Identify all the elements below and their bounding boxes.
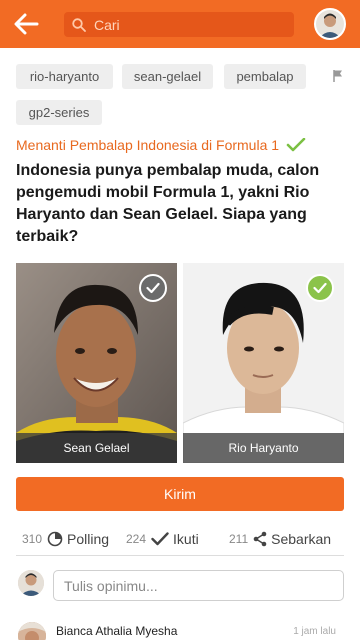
follow-stat[interactable]: 224 Ikuti — [126, 525, 199, 553]
poll-choice-sean-gelael[interactable]: Sean Gelael — [16, 263, 177, 463]
commenter-avatar-image — [18, 622, 46, 640]
poll-title[interactable]: Menanti Pembalap Indonesia di Formula 1 — [16, 137, 306, 153]
share-count: 211 — [229, 532, 249, 546]
choice-selected-check[interactable] — [306, 274, 334, 302]
divider — [16, 555, 344, 556]
comment-timestamp: 1 jam lalu — [293, 626, 336, 637]
share-icon — [253, 531, 267, 547]
top-app-bar — [0, 0, 360, 48]
poll-question: Indonesia punya pembalap muda, calon pen… — [16, 162, 320, 245]
submit-vote-button[interactable]: Kirim — [16, 477, 344, 511]
tag-chip[interactable]: sean-gelael — [122, 64, 213, 89]
check-icon — [313, 282, 327, 294]
follow-count: 224 — [126, 532, 147, 546]
tag-chip[interactable]: rio-haryanto — [16, 64, 113, 89]
tag-chip[interactable]: pembalap — [224, 64, 306, 89]
poll-stats: 310 Polling 224 Ikuti 211 Sebarkan — [16, 525, 344, 553]
report-flag-button[interactable] — [332, 69, 344, 88]
share-label: Sebarkan — [271, 531, 332, 547]
search-icon — [72, 17, 86, 32]
share-stat[interactable]: 211 Sebarkan — [229, 525, 331, 553]
search-input[interactable] — [94, 16, 274, 33]
user-avatar-image — [18, 570, 44, 596]
search-bar[interactable] — [64, 12, 294, 37]
polling-stat[interactable]: 310 Polling — [22, 525, 109, 553]
commenter-avatar[interactable] — [18, 622, 46, 640]
back-button[interactable] — [10, 10, 42, 38]
choice-name: Sean Gelael — [16, 433, 177, 463]
verified-check-icon — [286, 138, 306, 152]
poll-choice-rio-haryanto[interactable]: Rio Haryanto — [183, 263, 344, 463]
choice-name: Rio Haryanto — [183, 433, 344, 463]
comment-input[interactable] — [53, 570, 344, 601]
commenter-name[interactable]: Bianca Athalia Myesha — [56, 624, 177, 638]
tag-chip[interactable]: gp2-series — [16, 100, 102, 125]
user-avatar[interactable] — [314, 8, 346, 40]
polling-count: 310 — [22, 532, 43, 546]
pie-chart-icon — [47, 531, 63, 547]
check-icon — [151, 532, 169, 546]
choice-unselected-check[interactable] — [139, 274, 167, 302]
flag-icon — [333, 70, 342, 82]
user-avatar-image — [316, 10, 344, 38]
back-arrow-icon — [14, 13, 39, 35]
current-user-avatar — [18, 570, 44, 596]
check-icon — [146, 282, 160, 294]
polling-label: Polling — [67, 531, 110, 547]
follow-label: Ikuti — [173, 531, 199, 547]
poll-title-text: Menanti Pembalap Indonesia di Formula 1 — [16, 137, 280, 153]
